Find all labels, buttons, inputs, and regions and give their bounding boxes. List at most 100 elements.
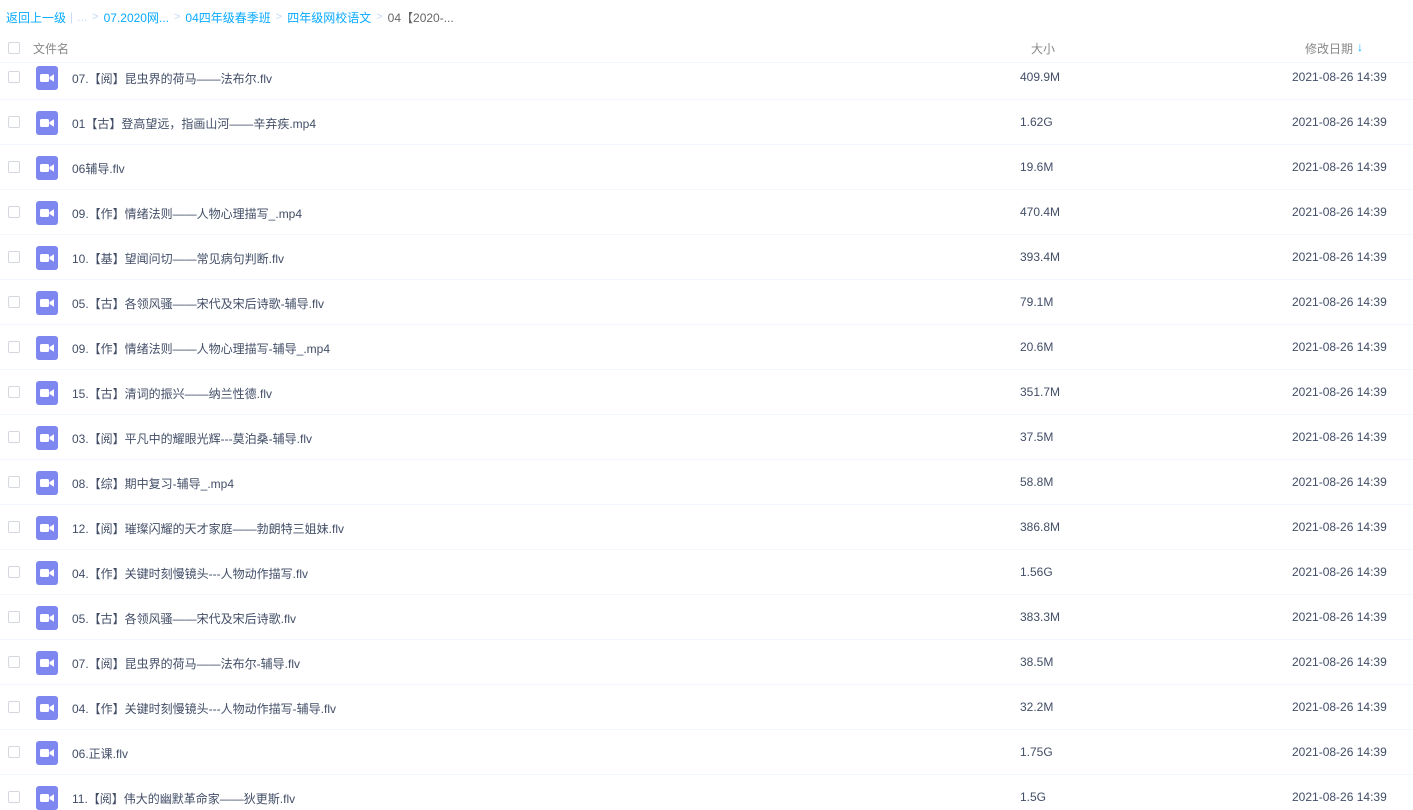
- file-modified-date: 2021-08-26 14:39: [1292, 565, 1387, 579]
- row-checkbox[interactable]: [8, 161, 20, 173]
- file-row[interactable]: 06.正课.flv 1.75G 2021-08-26 14:39: [0, 730, 1413, 775]
- file-row[interactable]: 05.【古】各领风骚——宋代及宋后诗歌.flv 383.3M 2021-08-2…: [0, 595, 1413, 640]
- file-name[interactable]: 01【古】登高望远，指画山河——辛弃疾.mp4: [72, 115, 316, 132]
- file-modified-date: 2021-08-26 14:39: [1292, 430, 1387, 444]
- file-modified-date: 2021-08-26 14:39: [1292, 295, 1387, 309]
- row-checkbox[interactable]: [8, 296, 20, 308]
- row-checkbox[interactable]: [8, 251, 20, 263]
- file-modified-date: 2021-08-26 14:39: [1292, 115, 1387, 129]
- file-row[interactable]: 07.【阅】昆虫界的荷马——法布尔.flv 409.9M 2021-08-26 …: [0, 63, 1413, 100]
- row-checkbox[interactable]: [8, 341, 20, 353]
- row-checkbox[interactable]: [8, 566, 20, 578]
- file-modified-date: 2021-08-26 14:39: [1292, 160, 1387, 174]
- video-file-icon: [36, 651, 58, 675]
- file-name[interactable]: 04.【作】关键时刻慢镜头---人物动作描写-辅导.flv: [72, 700, 336, 717]
- file-size: 393.4M: [1020, 250, 1061, 264]
- file-row[interactable]: 06辅导.flv 19.6M 2021-08-26 14:39: [0, 145, 1413, 190]
- column-header-name[interactable]: 文件名: [33, 40, 69, 57]
- row-checkbox[interactable]: [8, 521, 20, 533]
- file-row[interactable]: 07.【阅】昆虫界的荷马——法布尔-辅导.flv 38.5M 2021-08-2…: [0, 640, 1413, 685]
- video-file-icon: [36, 246, 58, 270]
- row-checkbox[interactable]: [8, 656, 20, 668]
- file-row[interactable]: 09.【作】情绪法则——人物心理描写_.mp4 470.4M 2021-08-2…: [0, 190, 1413, 235]
- file-name[interactable]: 07.【阅】昆虫界的荷马——法布尔-辅导.flv: [72, 655, 300, 672]
- file-modified-date: 2021-08-26 14:39: [1292, 700, 1387, 714]
- row-checkbox[interactable]: [8, 611, 20, 623]
- file-size: 38.5M: [1020, 655, 1054, 669]
- file-list-page: 返回上一级 | ... > 07.2020网... > 04四年级春季班 > 四…: [0, 0, 1413, 810]
- file-name[interactable]: 09.【作】情绪法则——人物心理描写-辅导_.mp4: [72, 340, 330, 357]
- file-name[interactable]: 06.正课.flv: [72, 745, 128, 762]
- file-modified-date: 2021-08-26 14:39: [1292, 385, 1387, 399]
- breadcrumb-ellipsis: ...: [77, 10, 88, 24]
- file-row[interactable]: 10.【基】望闻问切——常见病句判断.flv 393.4M 2021-08-26…: [0, 235, 1413, 280]
- breadcrumb: 返回上一级 | ... > 07.2020网... > 04四年级春季班 > 四…: [6, 0, 454, 34]
- file-list-inner: 07.【阅】昆虫界的荷马——法布尔.flv 409.9M 2021-08-26 …: [0, 63, 1413, 810]
- file-row[interactable]: 15.【古】清词的振兴——纳兰性德.flv 351.7M 2021-08-26 …: [0, 370, 1413, 415]
- file-size: 386.8M: [1020, 520, 1061, 534]
- file-modified-date: 2021-08-26 14:39: [1292, 520, 1387, 534]
- breadcrumb-item-grade4-chinese[interactable]: 四年级网校语文: [287, 9, 371, 26]
- breadcrumb-separator: >: [92, 11, 99, 23]
- file-modified-date: 2021-08-26 14:39: [1292, 790, 1387, 804]
- file-size: 409.9M: [1020, 70, 1061, 84]
- file-name[interactable]: 04.【作】关键时刻慢镜头---人物动作描写.flv: [72, 565, 308, 582]
- file-name[interactable]: 05.【古】各领风骚——宋代及宋后诗歌.flv: [72, 610, 296, 627]
- video-file-icon: [36, 381, 58, 405]
- video-file-icon: [36, 336, 58, 360]
- file-size: 383.3M: [1020, 610, 1061, 624]
- file-name[interactable]: 09.【作】情绪法则——人物心理描写_.mp4: [72, 205, 302, 222]
- file-modified-date: 2021-08-26 14:39: [1292, 475, 1387, 489]
- row-checkbox[interactable]: [8, 71, 20, 83]
- back-link[interactable]: 返回上一级: [6, 9, 66, 26]
- file-modified-date: 2021-08-26 14:39: [1292, 610, 1387, 624]
- breadcrumb-current: 04【2020-...: [387, 10, 454, 25]
- file-row[interactable]: 05.【古】各领风骚——宋代及宋后诗歌-辅导.flv 79.1M 2021-08…: [0, 280, 1413, 325]
- file-name[interactable]: 06辅导.flv: [72, 160, 125, 177]
- file-name[interactable]: 08.【综】期中复习-辅导_.mp4: [72, 475, 234, 492]
- video-file-icon: [36, 561, 58, 585]
- file-row[interactable]: 11.【阅】伟大的幽默革命家——狄更斯.flv 1.5G 2021-08-26 …: [0, 775, 1413, 810]
- row-checkbox[interactable]: [8, 791, 20, 803]
- file-modified-date: 2021-08-26 14:39: [1292, 655, 1387, 669]
- file-size: 79.1M: [1020, 295, 1054, 309]
- select-all-checkbox[interactable]: [8, 42, 20, 54]
- file-row[interactable]: 03.【阅】平凡中的耀眼光辉---莫泊桑-辅导.flv 37.5M 2021-0…: [0, 415, 1413, 460]
- column-header-date[interactable]: 修改日期: [1305, 40, 1353, 57]
- file-row[interactable]: 01【古】登高望远，指画山河——辛弃疾.mp4 1.62G 2021-08-26…: [0, 100, 1413, 145]
- video-file-icon: [36, 291, 58, 315]
- row-checkbox[interactable]: [8, 116, 20, 128]
- row-checkbox[interactable]: [8, 701, 20, 713]
- breadcrumb-item-2020[interactable]: 07.2020网...: [104, 9, 169, 26]
- file-modified-date: 2021-08-26 14:39: [1292, 340, 1387, 354]
- file-name[interactable]: 10.【基】望闻问切——常见病句判断.flv: [72, 250, 284, 267]
- video-file-icon: [36, 606, 58, 630]
- row-checkbox[interactable]: [8, 431, 20, 443]
- breadcrumb-pipe: |: [70, 10, 74, 24]
- file-name[interactable]: 12.【阅】璀璨闪耀的天才家庭——勃朗特三姐妹.flv: [72, 520, 344, 537]
- file-name[interactable]: 11.【阅】伟大的幽默革命家——狄更斯.flv: [72, 790, 295, 807]
- file-name[interactable]: 07.【阅】昆虫界的荷马——法布尔.flv: [72, 70, 272, 87]
- file-modified-date: 2021-08-26 14:39: [1292, 205, 1387, 219]
- file-row[interactable]: 12.【阅】璀璨闪耀的天才家庭——勃朗特三姐妹.flv 386.8M 2021-…: [0, 505, 1413, 550]
- file-row[interactable]: 08.【综】期中复习-辅导_.mp4 58.8M 2021-08-26 14:3…: [0, 460, 1413, 505]
- file-name[interactable]: 05.【古】各领风骚——宋代及宋后诗歌-辅导.flv: [72, 295, 324, 312]
- row-checkbox[interactable]: [8, 386, 20, 398]
- video-file-icon: [36, 111, 58, 135]
- file-size: 20.6M: [1020, 340, 1054, 354]
- file-row[interactable]: 09.【作】情绪法则——人物心理描写-辅导_.mp4 20.6M 2021-08…: [0, 325, 1413, 370]
- video-file-icon: [36, 156, 58, 180]
- file-row[interactable]: 04.【作】关键时刻慢镜头---人物动作描写.flv 1.56G 2021-08…: [0, 550, 1413, 595]
- file-row[interactable]: 04.【作】关键时刻慢镜头---人物动作描写-辅导.flv 32.2M 2021…: [0, 685, 1413, 730]
- video-file-icon: [36, 471, 58, 495]
- row-checkbox[interactable]: [8, 206, 20, 218]
- file-size: 37.5M: [1020, 430, 1054, 444]
- video-file-icon: [36, 786, 58, 810]
- sort-down-arrow-icon[interactable]: ↓: [1357, 40, 1363, 54]
- breadcrumb-item-grade4-spring[interactable]: 04四年级春季班: [185, 9, 270, 26]
- column-header-size[interactable]: 大小: [1031, 40, 1055, 57]
- file-name[interactable]: 03.【阅】平凡中的耀眼光辉---莫泊桑-辅导.flv: [72, 430, 312, 447]
- row-checkbox[interactable]: [8, 476, 20, 488]
- file-name[interactable]: 15.【古】清词的振兴——纳兰性德.flv: [72, 385, 272, 402]
- row-checkbox[interactable]: [8, 746, 20, 758]
